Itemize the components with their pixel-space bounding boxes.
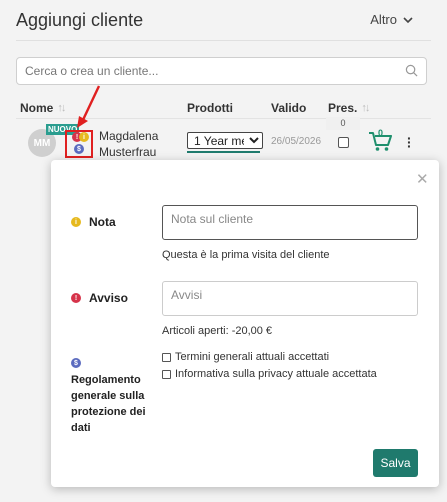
alert-icon: !	[71, 293, 81, 303]
note-label-text: Nota	[89, 215, 116, 229]
annotation-arrow	[77, 85, 101, 128]
note-placeholder: Nota sul cliente	[171, 212, 254, 226]
column-presence-label: Pres.	[328, 101, 358, 115]
cart-icon[interactable]	[368, 130, 392, 152]
column-name-label: Nome	[20, 101, 54, 115]
dollar-icon: $	[71, 358, 81, 368]
valid-date: 26/05/2026	[271, 136, 322, 147]
presence-checkbox[interactable]	[338, 137, 349, 148]
warning-label: ! Avviso	[71, 291, 128, 305]
page-title: Aggiungi cliente	[16, 10, 144, 30]
note-input[interactable]: Nota sul cliente	[162, 205, 418, 240]
add-customer-screen: Aggiungi cliente Altro Nome ↑↓ Prodotti …	[0, 0, 447, 502]
product-select[interactable]: 1 Year mem	[187, 132, 263, 149]
open-items-text: Articoli aperti: -20,00 €	[162, 325, 273, 337]
close-icon[interactable]: ✕	[416, 170, 429, 188]
privacy-label: Regolamento generale sulla protezione de…	[71, 374, 146, 434]
customer-info-modal: ✕ i Nota Nota sul cliente Questa è la pr…	[51, 160, 439, 487]
terms-checkbox[interactable]	[162, 352, 171, 362]
warning-input[interactable]: Avvisi	[162, 281, 418, 316]
more-menu[interactable]: Altro	[370, 12, 413, 27]
privacy-checkbox[interactable]	[162, 369, 171, 379]
info-icon: i	[71, 217, 81, 227]
column-valid-label: Valido	[271, 101, 307, 115]
column-header-valid: Valido	[271, 101, 306, 115]
more-options-icon[interactable]: · · ·	[407, 131, 412, 153]
search-field[interactable]	[16, 57, 427, 85]
sort-icon[interactable]: ↑↓	[361, 102, 370, 114]
customer-name[interactable]: Magdalena Musterfrau	[99, 128, 169, 160]
terms-checkbox-row[interactable]: Termini generali attuali accettati	[162, 351, 329, 363]
column-products-label: Prodotti	[187, 101, 233, 115]
first-visit-text: Questa è la prima visita del cliente	[162, 249, 330, 261]
customer-last-name: Musterfrau	[99, 145, 157, 159]
warning-placeholder: Avvisi	[171, 288, 203, 302]
sort-icon[interactable]: ↑↓	[57, 102, 66, 114]
product-underline	[187, 151, 260, 153]
more-label: Altro	[370, 12, 397, 27]
highlight-box	[65, 130, 93, 158]
warning-label-text: Avviso	[89, 291, 128, 305]
privacy-policy-label: Informativa sulla privacy attuale accett…	[175, 368, 377, 380]
column-header-presence[interactable]: Pres. ↑↓	[328, 101, 370, 115]
presence-count: 0	[326, 117, 360, 130]
note-label: i Nota	[71, 215, 116, 229]
customer-first-name: Magdalena	[99, 129, 159, 143]
column-header-name[interactable]: Nome ↑↓	[20, 101, 66, 115]
terms-label: Termini generali attuali accettati	[175, 351, 330, 363]
column-header-products: Prodotti	[187, 101, 233, 115]
save-button[interactable]: Salva	[373, 449, 418, 477]
search-input[interactable]	[17, 58, 387, 84]
search-icon[interactable]	[405, 64, 418, 77]
chevron-down-icon	[403, 16, 413, 23]
header-divider	[16, 40, 431, 41]
privacy-checkbox-row[interactable]: Informativa sulla privacy attuale accett…	[162, 368, 377, 380]
